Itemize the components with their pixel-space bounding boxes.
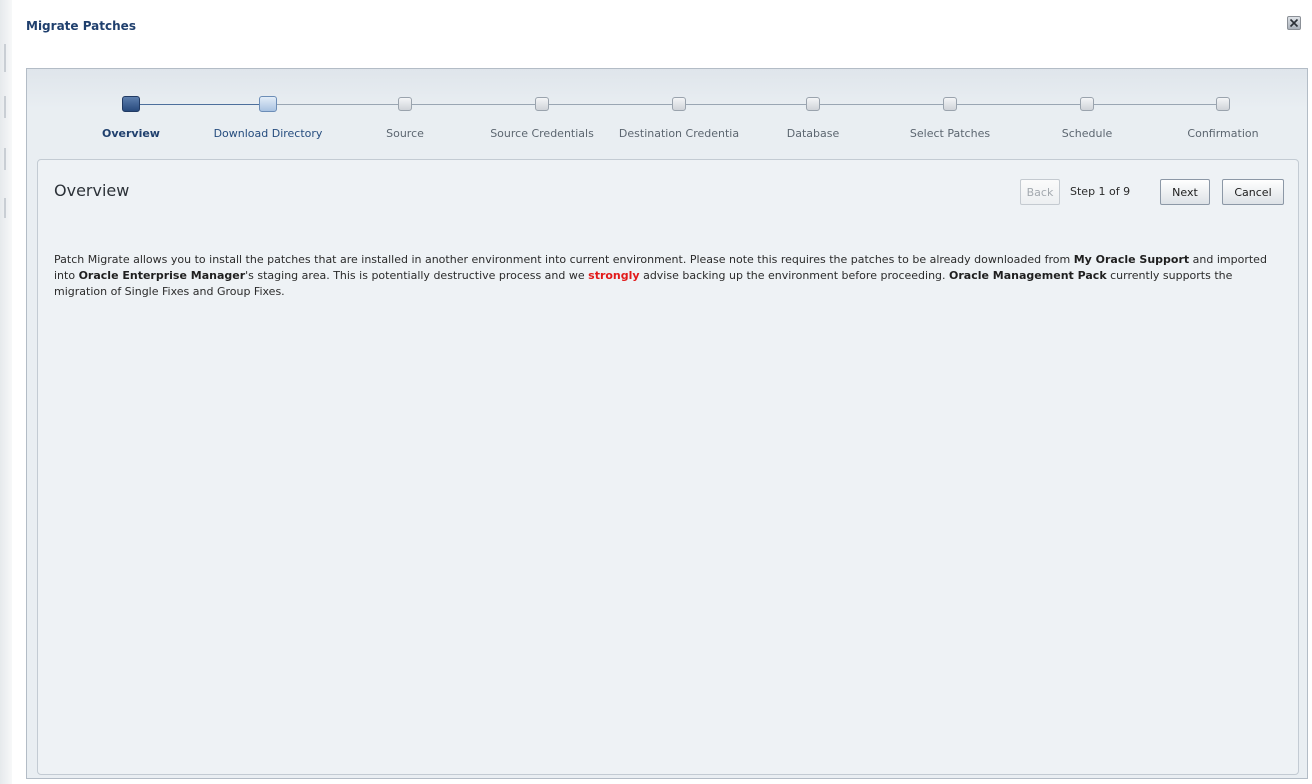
cancel-button[interactable]: Cancel <box>1222 179 1284 205</box>
train-step-overview[interactable]: Overview <box>61 69 201 155</box>
page-title: Overview <box>54 181 130 200</box>
step-marker-icon <box>1216 97 1230 111</box>
train-step-label: Destination Credentia <box>618 127 740 140</box>
step-marker-icon <box>398 97 412 111</box>
train-step-label: Schedule <box>1061 127 1113 140</box>
close-button[interactable] <box>1287 16 1301 30</box>
left-window-edge <box>0 0 12 784</box>
step-marker-icon <box>535 97 549 111</box>
train-step-confirmation: Confirmation <box>1153 69 1293 155</box>
train-step-database: Database <box>743 69 883 155</box>
train-step-label: Database <box>786 127 840 140</box>
next-button[interactable]: Next <box>1160 179 1210 205</box>
dialog-title: Migrate Patches <box>26 19 136 33</box>
desc-bold-oracle-enterprise-manager: Oracle Enterprise Manager <box>78 269 246 282</box>
step-marker-icon <box>672 97 686 111</box>
train-step-select-patches: Select Patches <box>880 69 1020 155</box>
step-indicator: Step 1 of 9 <box>1070 185 1131 198</box>
wizard-container: Overview Download Directory Source Sourc… <box>26 68 1308 779</box>
train-step-download-directory[interactable]: Download Directory <box>198 69 338 155</box>
train-step-schedule: Schedule <box>1017 69 1157 155</box>
step-marker-icon <box>806 97 820 111</box>
desc-text: 's staging area. This is potentially des… <box>245 269 589 282</box>
desc-emphasis-strongly: strongly <box>588 269 640 282</box>
step-marker-icon <box>943 97 957 111</box>
wizard-train: Overview Download Directory Source Sourc… <box>27 69 1307 155</box>
close-icon <box>1289 18 1299 28</box>
overview-description: Patch Migrate allows you to install the … <box>54 252 1286 300</box>
train-step-label: Confirmation <box>1187 127 1259 140</box>
dialog-titlebar: Migrate Patches <box>12 4 1309 52</box>
step-marker-icon <box>122 96 140 112</box>
step-marker-icon <box>1080 97 1094 111</box>
desc-bold-my-oracle-support: My Oracle Support <box>1073 253 1190 266</box>
migrate-patches-dialog: Migrate Patches Overview Download Direct… <box>12 4 1309 782</box>
desc-text: Patch Migrate allows you to install the … <box>54 253 1074 266</box>
desc-bold-oracle-management-pack: Oracle Management Pack <box>949 269 1107 282</box>
back-button[interactable]: Back <box>1020 179 1060 205</box>
train-step-source-credentials: Source Credentials <box>472 69 612 155</box>
train-step-label: Source Credentials <box>490 127 594 140</box>
train-step-label: Select Patches <box>909 127 991 140</box>
train-step-label: Source <box>386 127 424 140</box>
train-step-source: Source <box>335 69 475 155</box>
desc-text: advise backing up the environment before… <box>639 269 950 282</box>
step-marker-icon <box>259 96 277 112</box>
train-step-label: Overview <box>102 127 160 140</box>
train-step-label: Download Directory <box>213 127 323 140</box>
train-step-destination-credentials: Destination Credentia <box>609 69 749 155</box>
overview-panel: Overview Back Step 1 of 9 Next Cancel Pa… <box>37 159 1299 775</box>
panel-header: Overview Back Step 1 of 9 Next Cancel <box>38 160 1298 205</box>
